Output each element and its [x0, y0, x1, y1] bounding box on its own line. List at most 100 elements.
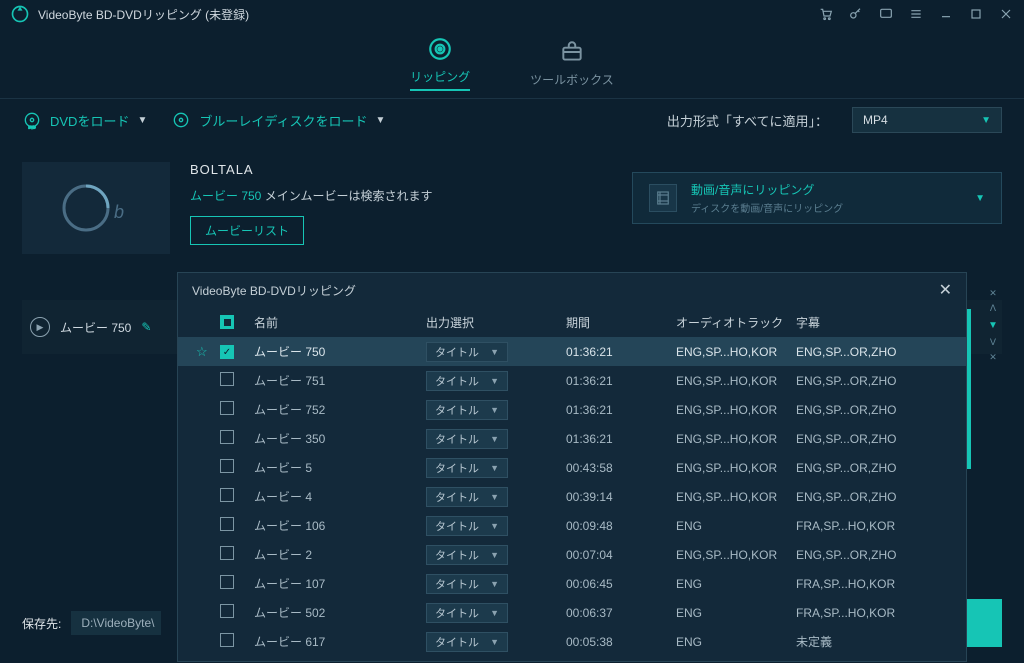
table-row[interactable]: ☆ムービー 617タイトル▼00:05:38ENG未定義 — [178, 627, 966, 656]
star-icon[interactable]: ☆ — [196, 634, 208, 649]
star-icon[interactable]: ☆ — [196, 344, 208, 359]
row-output-select[interactable]: タイトル▼ — [426, 487, 508, 507]
load-dvd-button[interactable]: DVD DVDをロード ▼ — [22, 110, 147, 130]
tab-ripping[interactable]: リッピング — [410, 36, 470, 91]
row-output-select[interactable]: タイトル▼ — [426, 574, 508, 594]
star-icon[interactable]: ☆ — [196, 489, 208, 504]
row-checkbox[interactable] — [220, 517, 234, 531]
disc-movie-line: ムービー 750 メインムービーは検索されます — [190, 187, 612, 204]
row-subtitle: ENG,SP...OR,ZHO — [796, 403, 952, 417]
edit-icon[interactable]: ✎ — [141, 320, 151, 334]
save-path-row: 保存先: D:\VideoByte\ — [22, 611, 161, 635]
disc-info-panel: b BOLTALA ムービー 750 メインムービーは検索されます ムービーリス… — [22, 150, 1002, 260]
row-output-select[interactable]: タイトル▼ — [426, 603, 508, 623]
chevron-down-icon[interactable]: ▼ — [988, 320, 998, 331]
menu-icon[interactable] — [908, 6, 924, 22]
star-icon[interactable]: ☆ — [196, 402, 208, 417]
collapse-icon[interactable]: ✕ — [989, 288, 997, 299]
movie-list-dialog: VideoByte BD-DVDリッピング ✕ 名前 出力選択 期間 オーディオ… — [177, 272, 967, 662]
select-all-checkbox[interactable] — [220, 315, 234, 329]
star-icon[interactable]: ☆ — [196, 431, 208, 446]
key-icon[interactable] — [848, 6, 864, 22]
table-row[interactable]: ☆ムービー 751タイトル▼01:36:21ENG,SP...HO,KORENG… — [178, 366, 966, 395]
cart-icon[interactable] — [818, 6, 834, 22]
chevron-down-icon: ▼ — [490, 492, 499, 502]
close-icon[interactable]: ✕ — [939, 280, 952, 300]
minimize-icon[interactable] — [938, 6, 954, 22]
row-checkbox[interactable] — [220, 401, 234, 415]
maximize-icon[interactable] — [968, 6, 984, 22]
column-output: 出力選択 — [426, 314, 566, 331]
row-name: ムービー 751 — [254, 372, 426, 389]
row-output-select[interactable]: タイトル▼ — [426, 371, 508, 391]
table-row[interactable]: ☆ムービー 106タイトル▼00:09:48ENGFRA,SP...HO,KOR — [178, 511, 966, 540]
table-row[interactable]: ☆ムービー 4タイトル▼00:39:14ENG,SP...HO,KORENG,S… — [178, 482, 966, 511]
row-subtitle: FRA,SP...HO,KOR — [796, 519, 952, 533]
close-window-icon[interactable] — [998, 6, 1014, 22]
app-logo-icon — [10, 4, 30, 24]
star-icon[interactable]: ☆ — [196, 373, 208, 388]
table-row[interactable]: ☆ムービー 2タイトル▼00:07:04ENG,SP...HO,KORENG,S… — [178, 540, 966, 569]
row-output-select[interactable]: タイトル▼ — [426, 661, 508, 662]
column-audio: オーディオトラック — [676, 314, 796, 331]
table-row[interactable]: ☆ムービー 107タイトル▼00:06:45ENGFRA,SP...HO,KOR — [178, 569, 966, 598]
table-row[interactable]: ☆ムービー 752タイトル▼01:36:21ENG,SP...HO,KORENG… — [178, 395, 966, 424]
row-subtitle: FRA,SP...HO,KOR — [796, 577, 952, 591]
row-checkbox[interactable]: ✓ — [220, 345, 234, 359]
row-output-select[interactable]: タイトル▼ — [426, 400, 508, 420]
row-checkbox[interactable] — [220, 575, 234, 589]
table-row[interactable]: ☆✓ムービー 750タイトル▼01:36:21ENG,SP...HO,KOREN… — [178, 337, 966, 366]
main-tabs: リッピング ツールボックス — [0, 28, 1024, 98]
row-output-select[interactable]: タイトル▼ — [426, 516, 508, 536]
row-checkbox[interactable] — [220, 459, 234, 473]
feedback-icon[interactable] — [878, 6, 894, 22]
row-output-label: タイトル — [435, 518, 479, 534]
row-output-select[interactable]: タイトル▼ — [426, 429, 508, 449]
star-icon[interactable]: ☆ — [196, 460, 208, 475]
chevron-down-icon[interactable]: ᐯ — [990, 337, 996, 348]
row-name: ムービー 107 — [254, 575, 426, 592]
output-format-select[interactable]: MP4 ▼ — [852, 107, 1002, 133]
rip-mode-select[interactable]: 動画/音声にリッピング ディスクを動画/音声にリッピング ▼ — [632, 172, 1002, 224]
row-checkbox[interactable] — [220, 604, 234, 618]
collapse-icon[interactable]: ✕ — [989, 352, 997, 363]
row-checkbox[interactable] — [220, 430, 234, 444]
row-output-select[interactable]: タイトル▼ — [426, 632, 508, 652]
table-row[interactable]: ☆ムービー 105タイトル▼00:05:09ENGFRA,SP...HO,KOR — [178, 656, 966, 661]
tab-ripping-label: リッピング — [410, 68, 470, 85]
table-row[interactable]: ☆ムービー 5タイトル▼00:43:58ENG,SP...HO,KORENG,S… — [178, 453, 966, 482]
row-name: ムービー 350 — [254, 430, 426, 447]
disc-movie-name: ムービー 750 — [190, 189, 261, 203]
row-output-select[interactable]: タイトル▼ — [426, 545, 508, 565]
table-row[interactable]: ☆ムービー 502タイトル▼00:06:37ENGFRA,SP...HO,KOR — [178, 598, 966, 627]
rip-mode-subtitle: ディスクを動画/音声にリッピング — [691, 200, 961, 215]
movie-list-button[interactable]: ムービーリスト — [190, 216, 304, 245]
row-audio: ENG — [676, 635, 796, 649]
star-icon[interactable]: ☆ — [196, 547, 208, 562]
row-duration: 00:43:58 — [566, 461, 676, 475]
chevron-down-icon: ▼ — [490, 579, 499, 589]
row-output-label: タイトル — [435, 402, 479, 418]
row-checkbox[interactable] — [220, 546, 234, 560]
row-output-select[interactable]: タイトル▼ — [426, 342, 508, 362]
row-checkbox[interactable] — [220, 372, 234, 386]
row-duration: 01:36:21 — [566, 432, 676, 446]
table-row[interactable]: ☆ムービー 350タイトル▼01:36:21ENG,SP...HO,KORENG… — [178, 424, 966, 453]
disc-thumbnail: b — [22, 162, 170, 254]
tab-toolbox[interactable]: ツールボックス — [530, 39, 614, 88]
row-name: ムービー 750 — [254, 343, 426, 360]
row-name: ムービー 4 — [254, 488, 426, 505]
star-icon[interactable]: ☆ — [196, 605, 208, 620]
star-icon[interactable]: ☆ — [196, 518, 208, 533]
load-bluray-button[interactable]: ブルーレイディスクをロード ▼ — [171, 110, 385, 130]
chevron-up-icon[interactable]: ᐱ — [990, 303, 996, 314]
row-name: ムービー 502 — [254, 604, 426, 621]
row-checkbox[interactable] — [220, 633, 234, 647]
row-checkbox[interactable] — [220, 488, 234, 502]
save-path-input[interactable]: D:\VideoByte\ — [71, 611, 161, 635]
dialog-title: VideoByte BD-DVDリッピング — [192, 282, 356, 299]
play-icon[interactable]: ▶ — [30, 317, 50, 337]
row-output-select[interactable]: タイトル▼ — [426, 458, 508, 478]
app-title: VideoByte BD-DVDリッピング (未登録) — [38, 6, 249, 23]
star-icon[interactable]: ☆ — [196, 576, 208, 591]
